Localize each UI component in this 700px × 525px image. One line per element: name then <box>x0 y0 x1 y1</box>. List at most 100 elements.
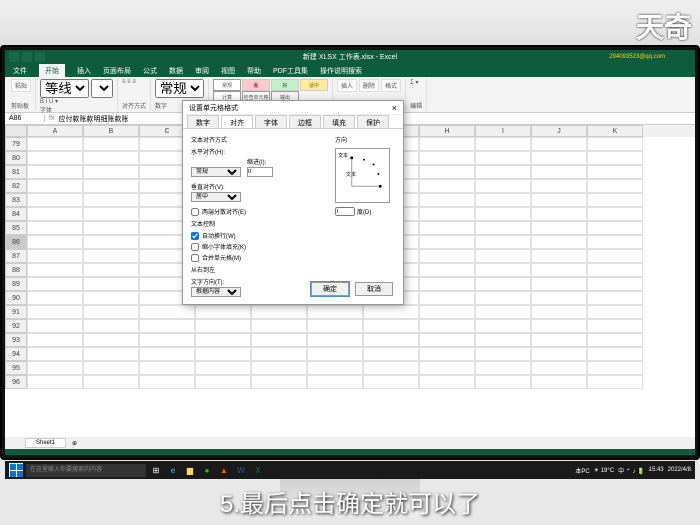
paste-button[interactable]: 粘贴 <box>11 79 31 92</box>
sheet-tabs: Sheet1 ⊕ <box>5 437 695 449</box>
degree-input[interactable] <box>335 207 355 216</box>
row-header[interactable]: 96 <box>5 375 27 389</box>
orientation-control[interactable]: 文本 文本 <box>335 148 390 203</box>
insert-button[interactable]: 插入 <box>337 79 357 92</box>
select-all-corner[interactable] <box>5 125 27 137</box>
dlg-tab-fill[interactable]: 填充 <box>323 115 355 128</box>
indent-label: 缩进(I): <box>247 157 273 166</box>
row-header[interactable]: 79 <box>5 137 27 151</box>
account-name[interactable]: 294093523@qq.com <box>609 54 665 60</box>
row-header[interactable]: 93 <box>5 333 27 347</box>
tab-tell[interactable]: 操作说明搜索 <box>320 66 362 76</box>
orientation-label: 方向 <box>335 135 395 144</box>
font-name-select[interactable]: 等线 <box>40 79 89 98</box>
tab-review[interactable]: 审阅 <box>195 66 209 76</box>
row-header[interactable]: 95 <box>5 361 27 375</box>
tab-insert[interactable]: 插入 <box>77 66 91 76</box>
row-header[interactable]: 88 <box>5 263 27 277</box>
row-header[interactable]: 85 <box>5 221 27 235</box>
system-tray[interactable]: 本PC ☀ 19°C 中 ⌃ ♪ 🔋 15:43 2022/4/8 <box>575 466 691 475</box>
tab-view[interactable]: 视图 <box>221 66 235 76</box>
cancel-button[interactable]: 取消 <box>355 282 393 296</box>
col-header[interactable]: I <box>475 125 531 137</box>
weather-temp: ☀ 19°C <box>594 467 614 474</box>
ok-button[interactable]: 确定 <box>311 282 349 296</box>
window-title: 新建 XLSX 工作表.xlsx - Excel <box>303 52 397 62</box>
row-header[interactable]: 84 <box>5 207 27 221</box>
subtitle-text: 5.最后点击确定就可以了 <box>0 484 700 519</box>
wrap-checkbox[interactable] <box>191 232 199 240</box>
h-align-label: 水平对齐(H): <box>191 147 325 156</box>
tab-layout[interactable]: 页面布局 <box>103 66 131 76</box>
dlg-tab-font[interactable]: 字体 <box>255 115 287 128</box>
tab-help[interactable]: 帮助 <box>247 66 261 76</box>
task-view-icon[interactable]: ⊞ <box>149 463 163 477</box>
excel-icon[interactable]: X <box>251 463 265 477</box>
delete-button[interactable]: 删除 <box>359 79 379 92</box>
new-sheet-icon[interactable]: ⊕ <box>72 440 77 447</box>
v-align-select[interactable]: 居中 <box>191 192 241 202</box>
h-align-select[interactable]: 常规 <box>191 167 241 177</box>
col-header[interactable]: K <box>587 125 643 137</box>
row-header[interactable]: 82 <box>5 179 27 193</box>
app-icon[interactable]: ▲ <box>217 463 231 477</box>
col-header[interactable]: J <box>531 125 587 137</box>
indent-input[interactable] <box>247 167 273 177</box>
quick-access-toolbar[interactable] <box>9 52 45 62</box>
row-header[interactable]: 83 <box>5 193 27 207</box>
row-headers: 798081828384858687888990919293949596 <box>5 137 27 389</box>
tab-data[interactable]: 数据 <box>169 66 183 76</box>
fx-icon[interactable]: fx <box>45 115 58 122</box>
format-button[interactable]: 格式 <box>381 79 401 92</box>
close-icon[interactable]: × <box>392 103 397 113</box>
direction-select[interactable]: 根据内容 <box>191 287 241 297</box>
tray-time: 15:43 <box>649 467 664 473</box>
row-header[interactable]: 80 <box>5 151 27 165</box>
row-header[interactable]: 92 <box>5 319 27 333</box>
word-icon[interactable]: W <box>234 463 248 477</box>
formula-content[interactable]: 应付款账款明细账款账 <box>58 114 128 124</box>
wechat-icon[interactable]: ● <box>200 463 214 477</box>
folder-icon[interactable]: ▆ <box>183 463 197 477</box>
row-header[interactable]: 94 <box>5 347 27 361</box>
col-header[interactable]: H <box>419 125 475 137</box>
row-header[interactable]: 87 <box>5 249 27 263</box>
row-header[interactable]: 86 <box>5 235 27 249</box>
justify-checkbox[interactable] <box>191 208 199 216</box>
dlg-tab-number[interactable]: 数字 <box>187 115 219 128</box>
edge-icon[interactable]: e <box>166 463 180 477</box>
ribbon-editing: Σ ▾ 编辑 <box>406 79 427 110</box>
merge-checkbox[interactable] <box>191 254 199 262</box>
section-rtl-label: 从右到左 <box>191 265 325 274</box>
tab-pdf[interactable]: PDF工具集 <box>273 66 308 76</box>
row-header[interactable]: 90 <box>5 291 27 305</box>
style-normal[interactable]: 常规 <box>213 79 241 91</box>
name-box[interactable]: A86 <box>5 115 45 122</box>
dialog-title: 设置单元格格式 <box>189 103 238 113</box>
tab-file[interactable]: 文件 <box>13 66 27 76</box>
taskbar-search[interactable]: 在这里输入你要搜索的内容 <box>26 464 146 477</box>
ribbon-font: 等线 11 B I U ▾ 字体 <box>36 79 118 110</box>
tab-home[interactable]: 开始 <box>39 64 65 78</box>
title-bar: 新建 XLSX 工作表.xlsx - Excel 294093523@qq.co… <box>5 50 695 64</box>
shrink-checkbox[interactable] <box>191 243 199 251</box>
dlg-tab-border[interactable]: 边框 <box>289 115 321 128</box>
style-bad[interactable]: 差 <box>242 79 270 91</box>
ribbon-clipboard: 粘贴 剪贴板 <box>7 79 36 110</box>
row-header[interactable]: 81 <box>5 165 27 179</box>
tab-formula[interactable]: 公式 <box>143 66 157 76</box>
sheet-tab-1[interactable]: Sheet1 <box>25 438 66 448</box>
ribbon-tabs: 文件 开始 插入 页面布局 公式 数据 审阅 视图 帮助 PDF工具集 操作说明… <box>5 64 695 77</box>
style-neutral[interactable]: 适中 <box>300 79 328 91</box>
number-format-select[interactable]: 常规 <box>155 79 204 98</box>
row-header[interactable]: 91 <box>5 305 27 319</box>
style-good[interactable]: 好 <box>271 79 299 91</box>
col-header[interactable]: A <box>27 125 83 137</box>
dlg-tab-align[interactable]: 对齐 <box>221 115 253 128</box>
row-header[interactable]: 89 <box>5 277 27 291</box>
start-button[interactable] <box>9 463 23 477</box>
windows-taskbar: 在这里输入你要搜索的内容 ⊞ e ▆ ● ▲ W X 本PC ☀ 19°C 中 … <box>5 461 695 479</box>
font-size-select[interactable]: 11 <box>91 79 113 98</box>
dlg-tab-protect[interactable]: 保护 <box>357 115 389 128</box>
col-header[interactable]: B <box>83 125 139 137</box>
